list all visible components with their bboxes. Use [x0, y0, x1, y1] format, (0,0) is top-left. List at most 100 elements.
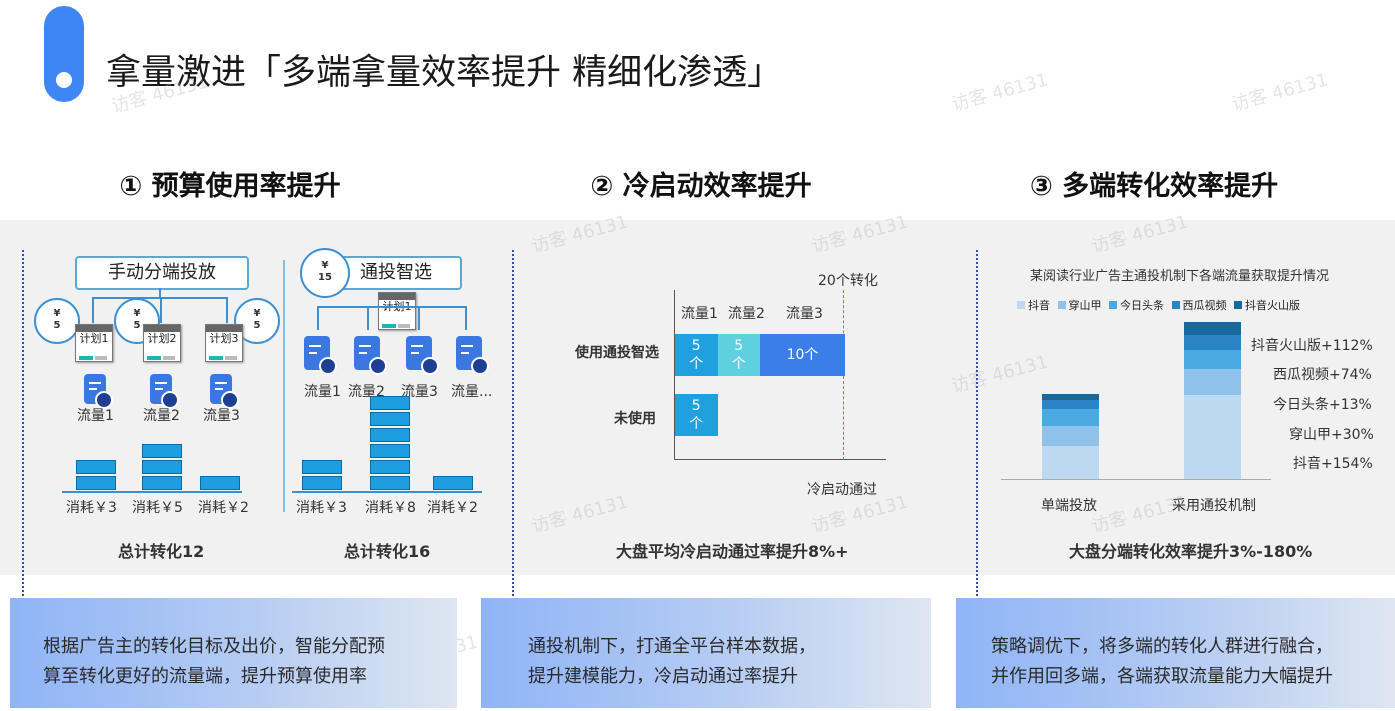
bar-segment: 5 个 [675, 334, 718, 376]
manual-total: 总计转化12 [118, 542, 205, 561]
x-axis-label: 冷启动通过 [807, 482, 877, 498]
category-label: 未使用 [614, 411, 656, 427]
consumption-label: 消耗￥3 [66, 500, 117, 516]
budget-coin: ¥5 [34, 298, 80, 344]
bar-segment [1042, 446, 1099, 479]
bar-segment: 5 个 [717, 334, 760, 376]
connector-line [418, 306, 420, 330]
legend-item: 穿山甲 [1054, 299, 1102, 312]
connector-line [226, 297, 228, 323]
bar-segment [1184, 335, 1241, 350]
annotation: 抖音火山版+112% [1251, 338, 1373, 354]
connector-line [317, 306, 465, 308]
section-title-multi-end: ③ 多端转化效率提升 [1029, 171, 1279, 202]
annotation: 西瓜视频+74% [1273, 367, 1372, 383]
plan-card: 计划1 [378, 292, 416, 330]
annotation: 抖音+154% [1293, 456, 1373, 472]
category-label: 采用通投机制 [1172, 498, 1256, 514]
traffic-icon [304, 336, 337, 375]
connector-line [317, 306, 319, 330]
consumption-block [302, 460, 342, 474]
budget-coin: ¥15 [300, 248, 350, 298]
traffic-icon [406, 336, 439, 375]
bar-segment [1042, 409, 1099, 426]
flow-label: 流量3 [203, 408, 240, 424]
legend-item: 抖音火山版 [1230, 299, 1300, 312]
consumption-label: 消耗￥5 [132, 500, 183, 516]
description-line: 策略调优下，将多端的转化人群进行融合， [991, 636, 1333, 657]
consumption-block [370, 396, 410, 410]
description-box-multi-end: 策略调优下，将多端的转化人群进行融合， 并作用回多端，各端获取流量能力大幅提升 [956, 598, 1395, 708]
watermark: 访客 46131 [949, 69, 1051, 116]
connector-line [465, 306, 467, 330]
plan-card: 计划2 [143, 324, 181, 362]
description-box-cold-start: 通投机制下，打通全平台样本数据， 提升建模能力，冷启动通过率提升 [481, 598, 931, 708]
description-line: 并作用回多端，各端获取流量能力大幅提升 [991, 666, 1333, 687]
bar-segment [1042, 426, 1099, 446]
bar-segment [1042, 400, 1099, 409]
description-line: 提升建模能力，冷启动通过率提升 [528, 666, 798, 687]
legend-label: 流量3 [786, 306, 823, 322]
description-line: 算至转化更好的流量端，提升预算使用率 [43, 666, 367, 687]
legend-swatch [1057, 301, 1066, 309]
section-divider [512, 250, 514, 616]
baseline [292, 491, 482, 493]
multi-end-summary: 大盘分端转化效率提升3%-180% [1069, 542, 1313, 561]
section-divider [976, 250, 978, 616]
section-title-budget: ① 预算使用率提升 [119, 171, 341, 202]
consumption-label: 消耗￥8 [365, 500, 416, 516]
sub-divider [283, 260, 285, 512]
consumption-block [76, 476, 116, 490]
traffic-icon [354, 336, 387, 375]
flow-label: 流量2 [143, 408, 180, 424]
legend-item: 抖音 [1017, 299, 1050, 312]
annotation: 今日头条+13% [1273, 397, 1372, 413]
chart-title: 某阅读行业广告主通投机制下各端流量获取提升情况 [1030, 269, 1330, 284]
bar-segment [1184, 322, 1241, 335]
bar-segment [1184, 350, 1241, 369]
consumption-label: 消耗￥3 [296, 500, 347, 516]
connector-line [92, 297, 94, 323]
bar-segment: 5 个 [675, 394, 718, 436]
section-divider [22, 250, 24, 616]
legend-label: 流量2 [728, 306, 765, 322]
description-line: 根据广告主的转化目标及出价，智能分配预 [43, 636, 385, 657]
chart-legend: 抖音 穿山甲 今日头条 西瓜视频 抖音火山版 [1017, 297, 1300, 313]
bar-segment [1184, 395, 1241, 479]
legend-swatch [1234, 301, 1242, 309]
legend-swatch [1017, 301, 1025, 309]
x-axis [674, 459, 886, 460]
annotation: 穿山甲+30% [1289, 427, 1374, 443]
cold-start-summary: 大盘平均冷启动通过率提升8%+ [616, 542, 849, 561]
flow-label: 流量1 [304, 384, 341, 400]
flow-label: 流量... [451, 384, 493, 400]
traffic-icon [150, 374, 179, 409]
bar-segment: 10个 [760, 334, 845, 376]
legend-swatch [1171, 301, 1180, 309]
category-label: 使用通投智选 [575, 345, 659, 361]
section-title-cold-start: ② 冷启动效率提升 [590, 171, 812, 202]
auto-total: 总计转化16 [344, 542, 431, 561]
consumption-label: 消耗￥2 [198, 500, 249, 516]
legend-item: 今日头条 [1105, 299, 1164, 312]
consumption-block [200, 476, 240, 490]
manual-header-box: 手动分端投放 [75, 256, 249, 290]
description-line: 通投机制下，打通全平台样本数据， [528, 636, 816, 657]
title-accent-dot [56, 72, 72, 88]
consumption-block [370, 412, 410, 426]
traffic-icon [210, 374, 239, 409]
consumption-label: 消耗￥2 [427, 500, 478, 516]
baseline [62, 491, 242, 493]
category-label: 单端投放 [1041, 498, 1097, 514]
watermark: 访客 46131 [1229, 69, 1331, 116]
consumption-block [142, 476, 182, 490]
reference-label: 20个转化 [818, 273, 878, 289]
description-box-budget: 根据广告主的转化目标及出价，智能分配预 算至转化更好的流量端，提升预算使用率 [10, 598, 457, 708]
plan-card: 计划3 [205, 324, 243, 362]
consumption-block [433, 476, 473, 490]
consumption-block [142, 444, 182, 458]
consumption-block [142, 460, 182, 474]
traffic-icon [84, 374, 113, 409]
consumption-block [370, 460, 410, 474]
x-axis [1001, 479, 1271, 480]
